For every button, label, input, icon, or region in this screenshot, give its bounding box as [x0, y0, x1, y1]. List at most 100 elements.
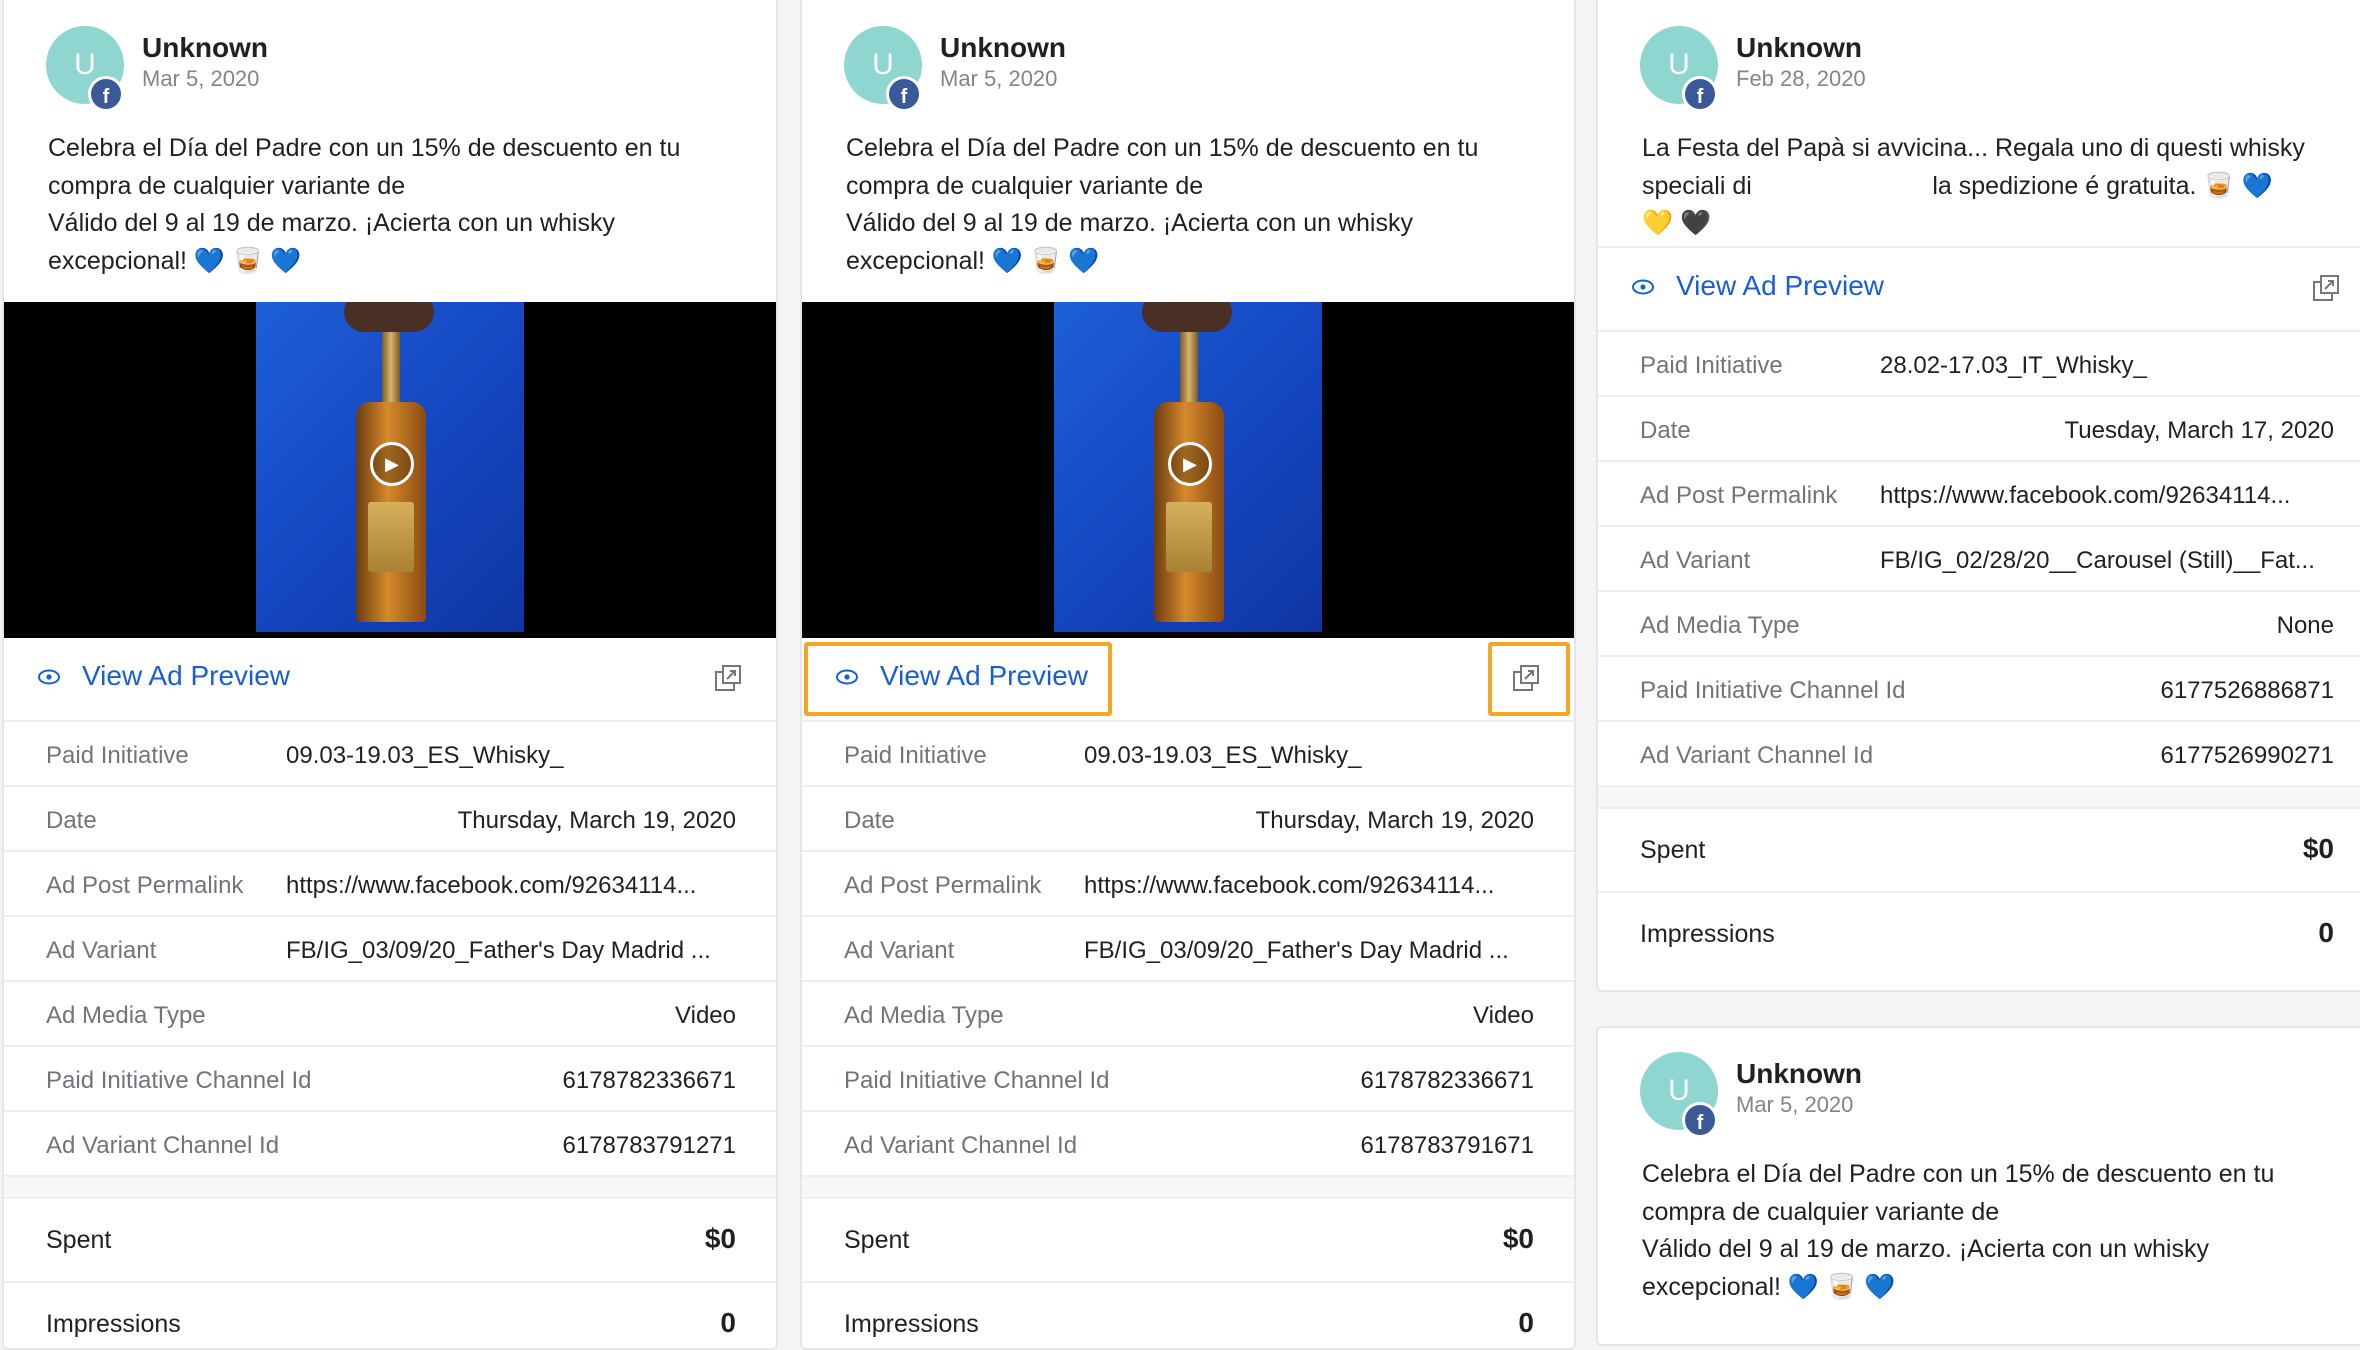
metric-row: Spent $0 — [1598, 809, 2360, 893]
permalink-link[interactable]: https://www.facebook.com/92634114... — [1084, 872, 1494, 900]
eye-icon — [38, 669, 60, 685]
detail-label: Ad Variant Channel Id — [46, 1132, 280, 1159]
detail-value: Thursday, March 19, 2020 — [457, 807, 736, 834]
detail-label: Date — [844, 807, 895, 834]
open-external-icon[interactable] — [2312, 274, 2340, 302]
view-ad-preview-link[interactable]: View Ad Preview — [880, 660, 1088, 692]
permalink-link[interactable]: https://www.facebook.com/92634114... — [286, 872, 696, 900]
card-header: U f Unknown Feb 28, 2020 — [1598, 2, 2360, 152]
detail-row: Ad Media Type None — [1598, 592, 2360, 657]
metric-value: 0 — [1518, 1307, 1534, 1338]
detail-label: Ad Media Type — [844, 1002, 1004, 1029]
ad-details: Paid Initiative 09.03-19.03_ES_Whisky_ Da… — [802, 722, 1574, 1177]
eye-icon — [1632, 279, 1654, 295]
detail-row: Ad Post Permalink https://www.facebook.co… — [4, 852, 776, 917]
detail-row: Ad Variant Channel Id 6177526990271 — [1598, 722, 2360, 787]
play-icon[interactable]: ▶ — [1168, 442, 1212, 486]
facebook-icon: f — [1682, 76, 1718, 112]
detail-value: FB/IG_02/28/20__Carousel (Still)__Fat... — [1880, 547, 2315, 574]
metric-row: Impressions 0 — [1598, 893, 2360, 975]
detail-label: Ad Variant — [1640, 547, 1751, 574]
detail-value: None — [2276, 612, 2334, 639]
detail-label: Ad Media Type — [46, 1002, 206, 1029]
detail-row: Ad Post Permalink https://www.facebook.co… — [1598, 462, 2360, 527]
metric-row: Impressions 0 — [4, 1283, 776, 1348]
ad-details: Paid Initiative 28.02-17.03_IT_Whisky_ Da… — [1598, 332, 2360, 787]
product-photo: ▶ — [1054, 302, 1322, 632]
author-name: Unknown — [940, 32, 1066, 63]
post-date: Feb 28, 2020 — [1736, 66, 1866, 91]
ad-card: U f Unknown Feb 28, 2020 La Festa del Pa… — [1596, 0, 2360, 992]
post-text: Celebra el Día del Padre con un 15% de d… — [1642, 1160, 2275, 1301]
video-thumbnail[interactable]: ▶ — [802, 302, 1574, 638]
detail-value: Video — [1473, 1002, 1534, 1029]
preview-bar: View Ad Preview — [1598, 246, 2360, 332]
detail-row: Paid Initiative 09.03-19.03_ES_Whisky_ — [4, 722, 776, 787]
ad-details: Paid Initiative 09.03-19.03_ES_Whisky_ Da… — [4, 722, 776, 1177]
detail-label: Date — [46, 807, 97, 834]
preview-bar: View Ad Preview — [4, 638, 776, 722]
detail-row: Paid Initiative 28.02-17.03_IT_Whisky_ — [1598, 332, 2360, 397]
view-ad-preview-link[interactable]: View Ad Preview — [1676, 270, 1884, 302]
detail-row: Ad Variant FB/IG_02/28/20__Carousel (Stil… — [1598, 527, 2360, 592]
metric-label: Impressions — [46, 1310, 181, 1338]
detail-row: Date Thursday, March 19, 2020 — [4, 787, 776, 852]
section-divider — [1598, 787, 2360, 809]
ad-card: U f Unknown Mar 5, 2020 Celebra el Día d… — [800, 0, 1576, 1350]
ad-card: U f Unknown Mar 5, 2020 Celebra el Día d… — [2, 0, 778, 1350]
detail-label: Ad Variant Channel Id — [1640, 742, 1874, 769]
detail-label: Paid Initiative — [844, 742, 987, 769]
avatar-letter: U — [872, 48, 894, 81]
detail-value: 09.03-19.03_ES_Whisky_ — [1084, 742, 1362, 769]
detail-row: Paid Initiative 09.03-19.03_ES_Whisky_ — [802, 722, 1574, 787]
detail-row: Ad Variant FB/IG_03/09/20_Father's Day Ma… — [802, 917, 1574, 982]
detail-value: 6178782336671 — [1360, 1067, 1534, 1094]
detail-label: Ad Post Permalink — [1640, 482, 1838, 509]
detail-row: Ad Media Type Video — [4, 982, 776, 1047]
detail-value: 6177526886871 — [2160, 677, 2334, 704]
detail-value: FB/IG_03/09/20_Father's Day Madrid ... — [1084, 937, 1509, 964]
post-text: Celebra el Día del Padre con un 15% de d… — [48, 134, 681, 275]
play-icon[interactable]: ▶ — [370, 442, 414, 486]
detail-row: Date Tuesday, March 17, 2020 — [1598, 397, 2360, 462]
metric-label: Spent — [844, 1226, 910, 1254]
product-photo: ▶ — [256, 302, 524, 632]
detail-label: Paid Initiative Channel Id — [1640, 677, 1906, 704]
card-header: U f Unknown Mar 5, 2020 — [1598, 1028, 2360, 1178]
detail-label: Date — [1640, 417, 1691, 444]
card-header: U f Unknown Mar 5, 2020 — [4, 2, 776, 152]
metric-label: Spent — [46, 1226, 112, 1254]
avatar-letter: U — [1668, 48, 1690, 81]
detail-value: 09.03-19.03_ES_Whisky_ — [286, 742, 564, 769]
metric-row: Spent $0 — [802, 1199, 1574, 1283]
detail-row: Paid Initiative Channel Id 6177526886871 — [1598, 657, 2360, 722]
detail-row: Paid Initiative Channel Id 6178782336671 — [802, 1047, 1574, 1112]
detail-row: Ad Variant Channel Id 6178783791271 — [4, 1112, 776, 1177]
detail-row: Ad Variant FB/IG_03/09/20_Father's Day Ma… — [4, 917, 776, 982]
detail-row: Paid Initiative Channel Id 6178782336671 — [4, 1047, 776, 1112]
metric-label: Spent — [1640, 836, 1706, 864]
view-ad-preview-link[interactable]: View Ad Preview — [82, 660, 290, 692]
ad-card: U f Unknown Mar 5, 2020 Celebra el Día d… — [1596, 1026, 2360, 1346]
detail-value: 28.02-17.03_IT_Whisky_ — [1880, 352, 2147, 379]
author-name: Unknown — [1736, 32, 1862, 63]
metric-label: Impressions — [1640, 920, 1775, 948]
detail-value: Tuesday, March 17, 2020 — [2064, 417, 2334, 444]
facebook-icon: f — [1682, 1102, 1718, 1138]
open-external-icon[interactable] — [1512, 664, 1540, 692]
permalink-link[interactable]: https://www.facebook.com/92634114... — [1880, 482, 2290, 510]
detail-row: Ad Media Type Video — [802, 982, 1574, 1047]
detail-label: Ad Post Permalink — [844, 872, 1042, 899]
open-external-icon[interactable] — [714, 664, 742, 692]
hand-shape — [1142, 302, 1232, 332]
detail-row: Ad Variant Channel Id 6178783791671 — [802, 1112, 1574, 1177]
metric-row: Impressions 0 — [802, 1283, 1574, 1348]
metric-value: $0 — [1502, 1223, 1534, 1254]
post-text: Celebra el Día del Padre con un 15% de d… — [846, 134, 1479, 275]
detail-value: Video — [675, 1002, 736, 1029]
detail-value: FB/IG_03/09/20_Father's Day Madrid ... — [286, 937, 711, 964]
video-thumbnail[interactable]: ▶ — [4, 302, 776, 638]
metric-label: Impressions — [844, 1310, 979, 1338]
post-date: Mar 5, 2020 — [1736, 1092, 1854, 1117]
detail-label: Ad Variant Channel Id — [844, 1132, 1078, 1159]
